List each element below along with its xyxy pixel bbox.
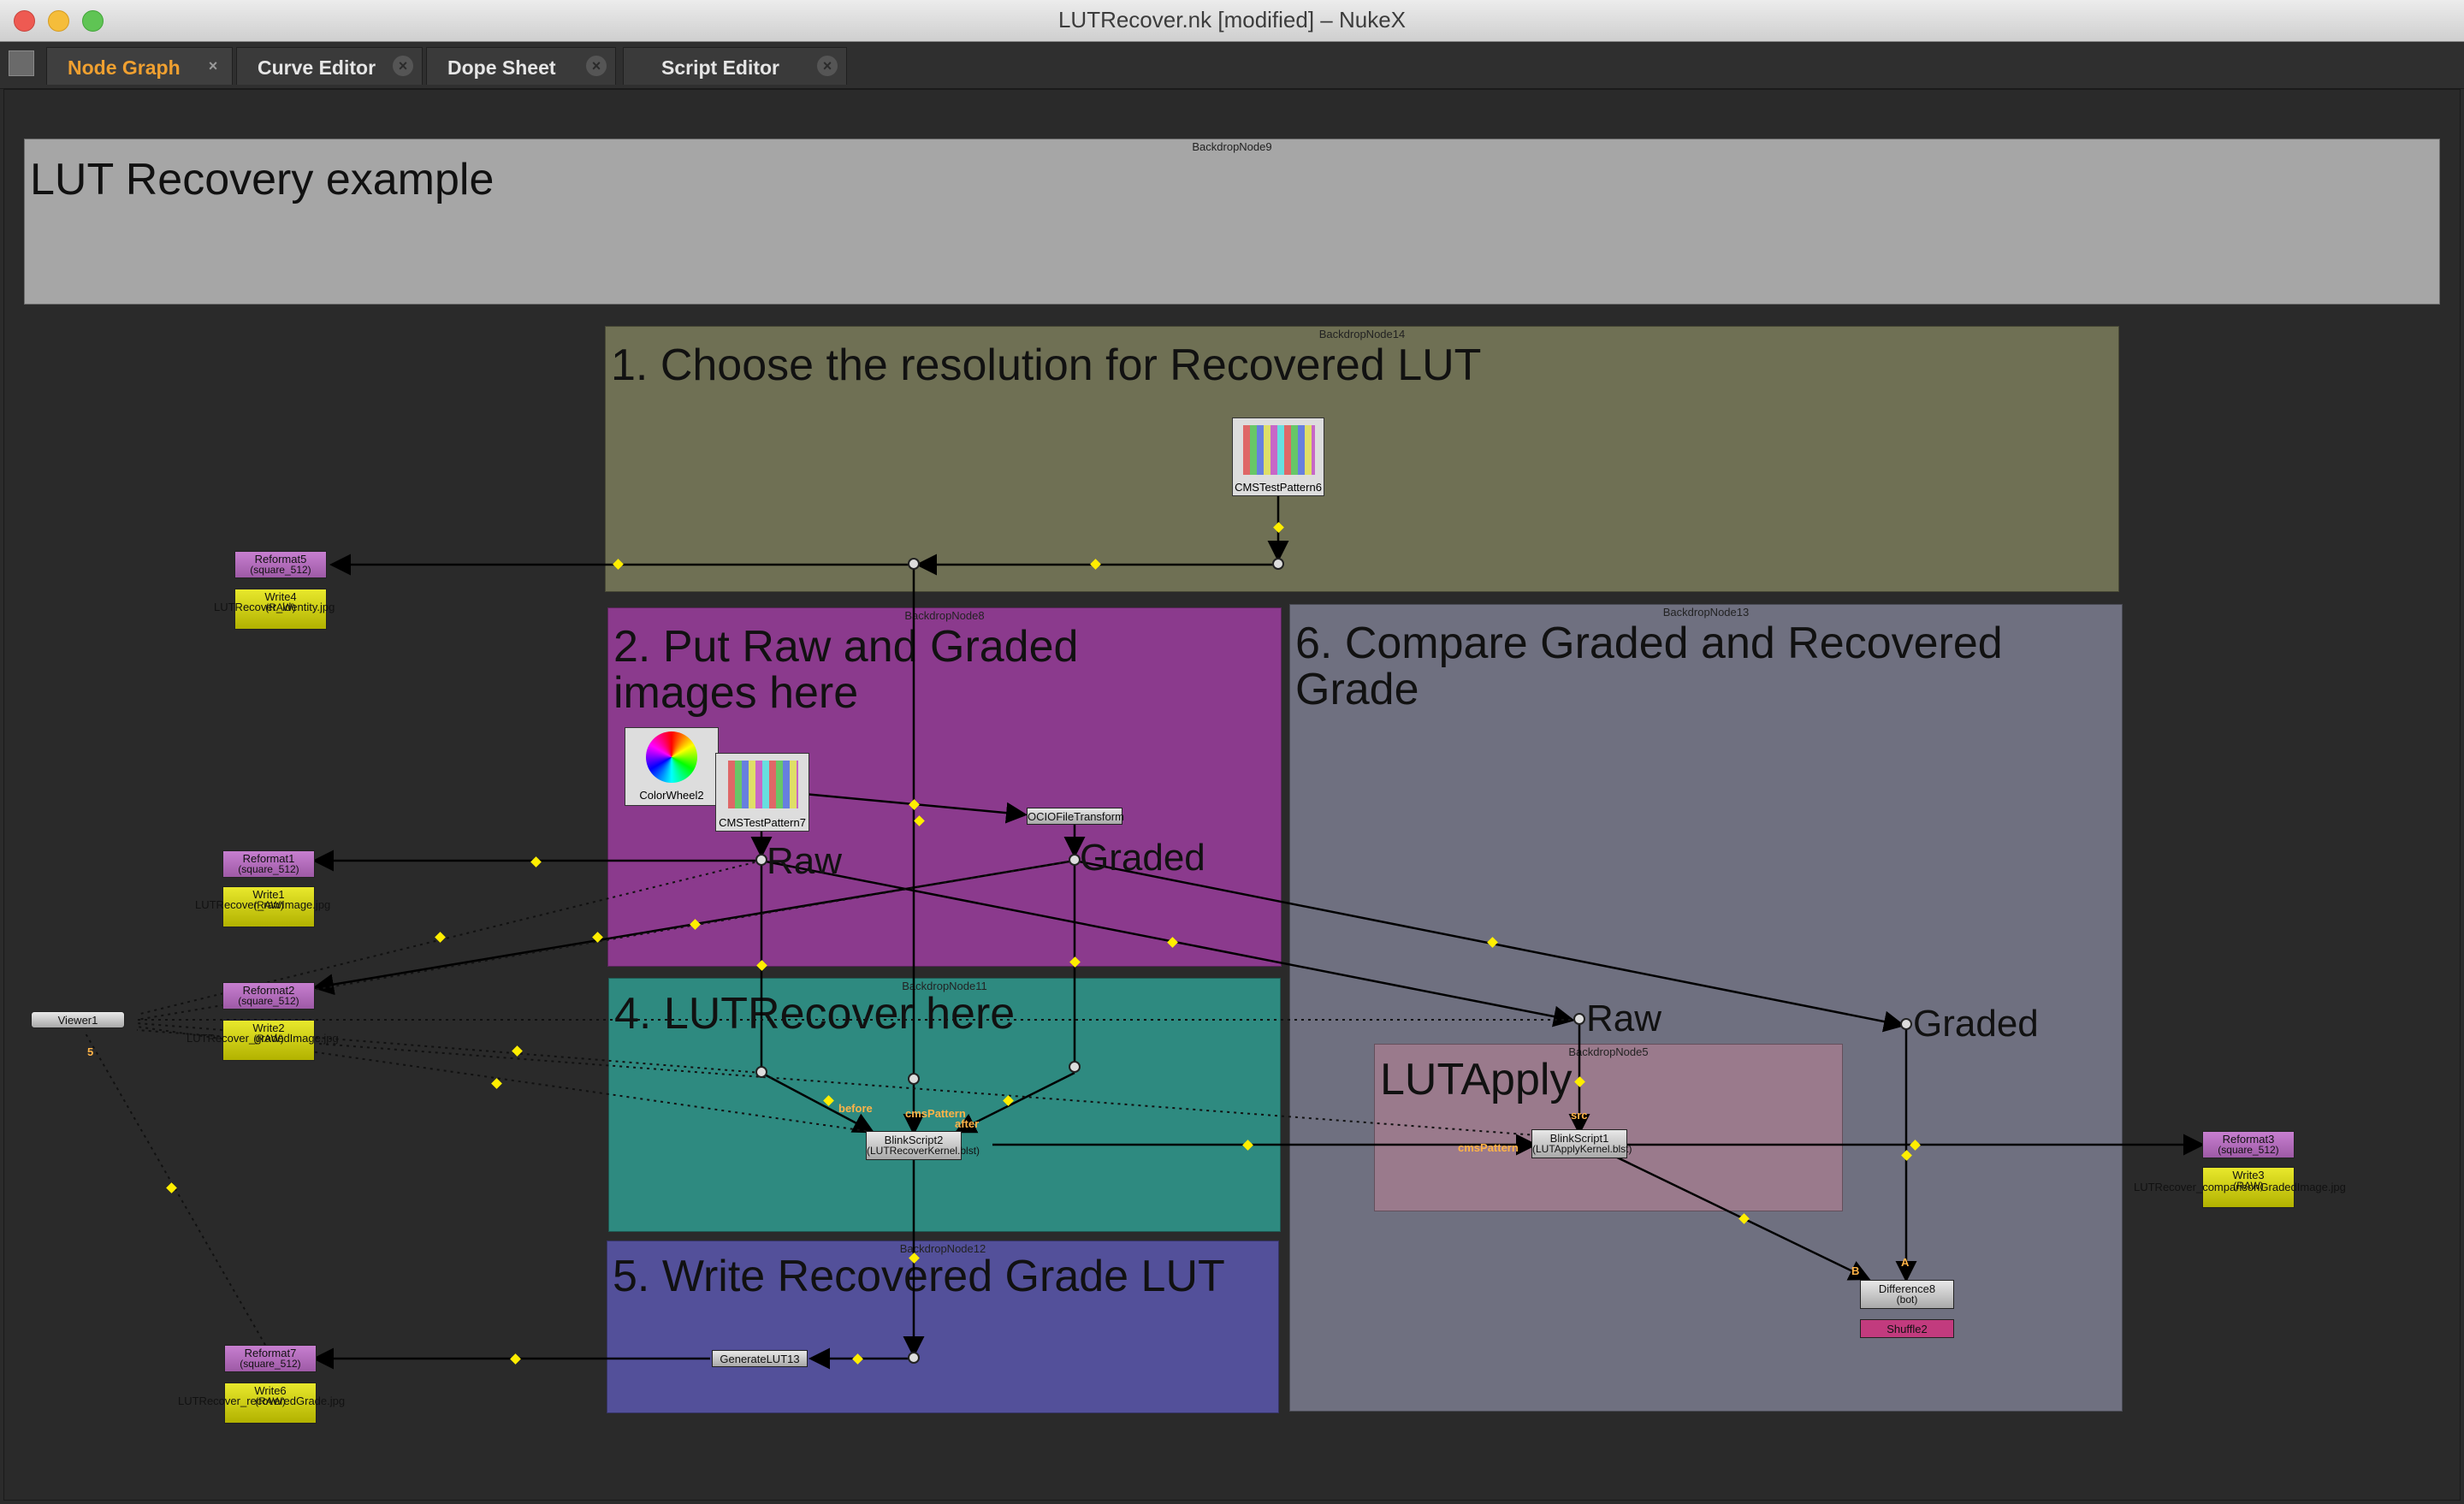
node-label: GenerateLUT13 (720, 1353, 800, 1365)
dot-label-raw: Raw (1586, 998, 1662, 1039)
input-label-after: after (955, 1117, 980, 1130)
write-filename: LUTRecover_identity.jpg (214, 601, 335, 613)
blinkscript1-node[interactable]: BlinkScript1 (LUTApplyKernel.blst) (1531, 1129, 1632, 1158)
write-filename: LUTRecover_comparisonGradedImage.jpg (2134, 1181, 2346, 1193)
dot-node[interactable] (1069, 854, 1081, 866)
dot-node[interactable] (1573, 1013, 1585, 1025)
generatelut-node[interactable]: GenerateLUT13 (712, 1350, 808, 1367)
node-connections (85, 490, 2205, 1370)
node-sublabel: (square_512) (2218, 1144, 2279, 1156)
reformat3-node[interactable]: Reformat3 (square_512) (2202, 1131, 2295, 1158)
dot-node[interactable] (1900, 1018, 1912, 1030)
node-sublabel: (LUTApplyKernel.blst) (1532, 1143, 1632, 1155)
dot-node[interactable] (755, 854, 767, 866)
node-sublabel: (square_512) (240, 1358, 301, 1370)
shuffle2-node[interactable]: Shuffle2 (1860, 1319, 1954, 1338)
input-label-before: before (838, 1102, 873, 1115)
dot-node[interactable] (908, 1352, 920, 1364)
node-label: CMSTestPattern6 (1235, 481, 1322, 494)
node-label: OCIOFileTransform (1028, 810, 1124, 823)
write-filename: LUTRecover_gradedImage.jpg (187, 1032, 339, 1045)
dot-label-graded: Graded (1080, 837, 1205, 879)
node-label: ColorWheel2 (639, 789, 704, 802)
input-label-a: A (1901, 1256, 1910, 1269)
node-sublabel: (bot) (1896, 1294, 1918, 1306)
reformat7-node[interactable]: Reformat7 (square_512) (224, 1345, 317, 1372)
reformat5-node[interactable]: Reformat5 (square_512) (234, 551, 327, 578)
node-sublabel: (square_512) (238, 863, 299, 875)
cmstestpattern6-node[interactable]: CMSTestPattern6 (1232, 417, 1324, 496)
dot-node[interactable] (755, 1066, 767, 1078)
input-label-b: B (1851, 1264, 1860, 1277)
node-sublabel: (square_512) (250, 564, 311, 576)
dot-node[interactable] (908, 558, 920, 570)
viewer1-node[interactable]: Viewer1 (31, 1011, 125, 1028)
node-sublabel: (square_512) (238, 995, 299, 1007)
dot-node[interactable] (1272, 558, 1284, 570)
viewer-input-number: 5 (87, 1045, 94, 1058)
colorwheel2-node[interactable]: ColorWheel2 (625, 727, 719, 806)
dot-label-graded: Graded (1913, 1003, 2039, 1045)
pattern-thumbnail (1243, 425, 1315, 475)
node-label: CMSTestPattern7 (719, 816, 806, 829)
write-filename: LUTRecover_recoveredGrade.jpg (178, 1394, 346, 1407)
input-label-src: src (1571, 1109, 1588, 1122)
blinkscript2-node[interactable]: BlinkScript2 (LUTRecoverKernel.blst) (866, 1131, 980, 1160)
reformat1-node[interactable]: Reformat1 (square_512) (222, 850, 315, 878)
node-label: Shuffle2 (1886, 1323, 1928, 1335)
write-filename: LUTRecover_rawImage.jpg (195, 898, 331, 911)
colorwheel-thumbnail (646, 731, 697, 783)
input-label-cmspattern: cmsPattern (1458, 1141, 1519, 1154)
difference8-node[interactable]: Difference8 (bot) (1860, 1280, 1954, 1309)
node-sublabel: (LUTRecoverKernel.blst) (867, 1145, 980, 1157)
cmstestpattern7-node[interactable]: CMSTestPattern7 (715, 753, 809, 832)
dot-node[interactable] (908, 1073, 920, 1085)
reformat2-node[interactable]: Reformat2 (square_512) (222, 982, 315, 1010)
dot-node[interactable] (1069, 1061, 1081, 1073)
node-label: Viewer1 (57, 1014, 98, 1027)
pattern-thumbnail (728, 761, 798, 808)
ociofiletransform-node[interactable]: OCIOFileTransform (1027, 808, 1124, 825)
dot-label-raw: Raw (767, 840, 843, 882)
